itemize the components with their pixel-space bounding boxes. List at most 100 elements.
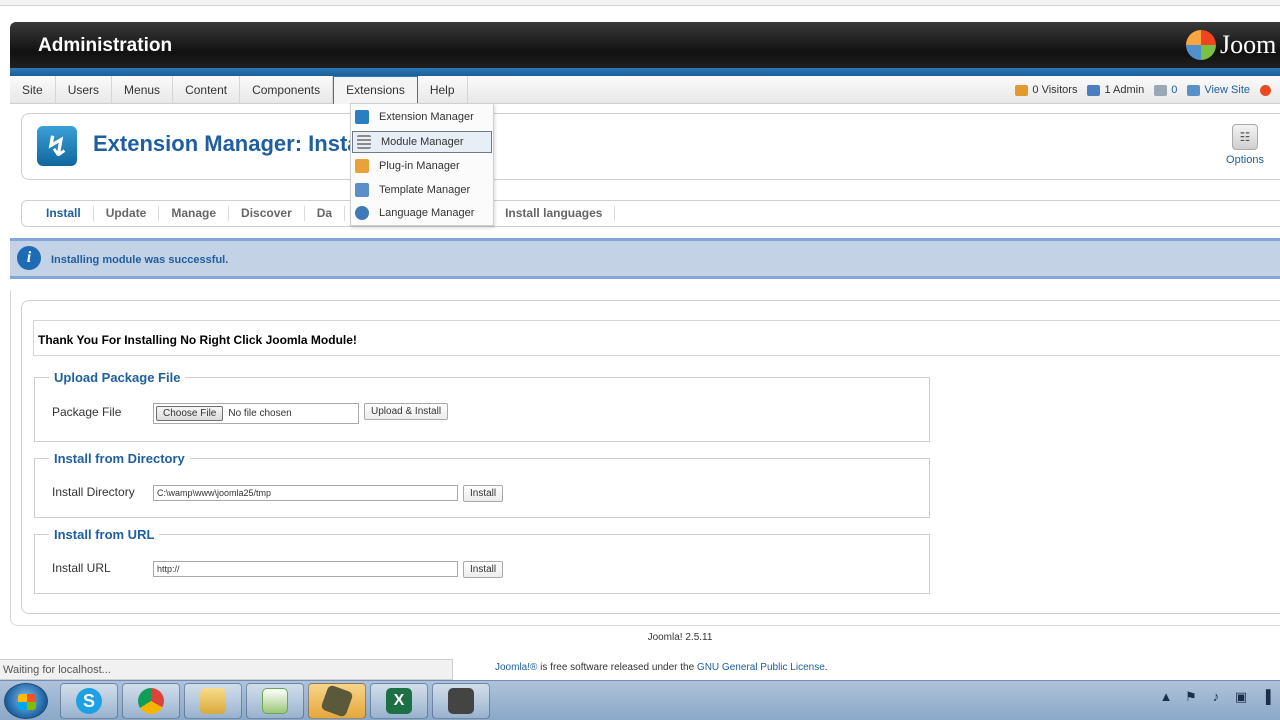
status-area: 0 Visitors 1 Admin 0 View Site (1015, 76, 1280, 104)
install-form: Thank You For Installing No Right Click … (21, 300, 1280, 614)
menu-help[interactable]: Help (418, 76, 468, 104)
tab-install-languages[interactable]: Install languages (493, 206, 616, 221)
upload-install-button[interactable]: Upload & Install (364, 403, 449, 420)
messages-count: 0 (1171, 84, 1178, 96)
install-directory-label: Install Directory (52, 485, 135, 499)
upload-package-fieldset: Upload Package File Package File Choose … (34, 370, 930, 442)
package-file-label: Package File (52, 405, 122, 419)
admin-title: Administration (38, 35, 173, 56)
options-button[interactable]: ☷ Options (1222, 124, 1268, 166)
view-site-label: View Site (1204, 84, 1250, 96)
windows-taskbar: S X ▲ ⚑ ♪ ▣ ▐ (0, 680, 1280, 720)
install-url-button[interactable]: Install (463, 561, 504, 578)
toolbar-box: ↯ Extension Manager: Insta ☷ Options (21, 113, 1280, 180)
notepad-plus-plus-icon (262, 688, 288, 714)
dropdown-plugin-manager[interactable]: Plug-in Manager (351, 155, 493, 177)
dropdown-item-label: Plug-in Manager (379, 160, 460, 172)
package-file-input[interactable]: Choose File No file chosen (153, 403, 359, 424)
install-result-text: Thank You For Installing No Right Click … (38, 333, 357, 347)
submenu-tabs: Install Update Manage Discover Da Instal… (21, 200, 1280, 227)
admin-user-icon (1087, 84, 1101, 96)
dropdown-extension-manager[interactable]: Extension Manager (351, 106, 493, 128)
license-text: is free software released under the (537, 662, 697, 673)
taskbar-record-app[interactable] (432, 683, 490, 719)
joomla-logo-icon (1186, 30, 1216, 60)
logout-icon (1260, 84, 1271, 96)
menu-components[interactable]: Components (240, 76, 334, 104)
main-menu-bar: Site Users Menus Content Components Exte… (10, 76, 1280, 104)
volume-icon[interactable]: ♪ (1208, 689, 1224, 705)
page-title: Extension Manager: Insta (93, 131, 360, 156)
dropdown-item-label: Module Manager (381, 136, 464, 148)
options-label: Options (1226, 154, 1264, 166)
messages-status[interactable]: 0 (1154, 84, 1177, 96)
install-url-label: Install URL (52, 561, 111, 575)
dropdown-language-manager[interactable]: Language Manager (351, 202, 493, 224)
browser-status-bar: Waiting for localhost... (0, 659, 453, 680)
dropdown-template-manager[interactable]: Template Manager (351, 179, 493, 201)
install-url-legend: Install from URL (54, 527, 155, 542)
choose-file-button[interactable]: Choose File (156, 406, 224, 421)
screen-capture-app-icon (320, 684, 354, 718)
dropdown-item-label: Language Manager (379, 207, 475, 219)
options-icon: ☷ (1232, 124, 1258, 150)
excel-icon: X (386, 688, 412, 714)
skype-icon: S (76, 688, 102, 714)
dropdown-item-label: Template Manager (379, 184, 471, 196)
action-center-flag-icon[interactable]: ⚑ (1183, 689, 1199, 705)
install-url-input[interactable] (153, 561, 458, 577)
taskbar-notepad-plus-plus[interactable] (246, 683, 304, 719)
menu-menus[interactable]: Menus (112, 76, 174, 104)
view-site-link[interactable]: View Site (1187, 84, 1250, 96)
dropdown-module-manager[interactable]: Module Manager (352, 131, 492, 153)
upload-package-legend: Upload Package File (54, 370, 181, 385)
admins-status: 1 Admin (1087, 84, 1144, 96)
joomla-logo-text: Joom (1220, 30, 1277, 59)
admins-count: 1 Admin (1104, 84, 1145, 96)
taskbar-explorer[interactable] (184, 683, 242, 719)
joomla-logo[interactable]: Joom (1186, 30, 1276, 60)
gpl-link[interactable]: GNU General Public License (697, 662, 825, 673)
signal-icon[interactable]: ▐ (1258, 689, 1274, 705)
language-manager-icon (355, 206, 369, 220)
no-file-text: No file chosen (228, 408, 292, 419)
menu-users[interactable]: Users (56, 76, 113, 104)
tab-manage[interactable]: Manage (159, 206, 230, 221)
install-directory-input[interactable] (153, 485, 458, 501)
install-directory-button[interactable]: Install (463, 485, 504, 502)
template-manager-icon (355, 183, 369, 197)
module-manager-icon (357, 135, 371, 149)
footer-license: Joomla!® is free software released under… (495, 662, 828, 673)
tab-update[interactable]: Update (94, 206, 160, 221)
taskbar-skype[interactable]: S (60, 683, 118, 719)
taskbar-chrome[interactable] (122, 683, 180, 719)
extensions-dropdown: Extension Manager Module Manager Plug-in… (350, 103, 494, 226)
visitors-count: 0 Visitors (1032, 84, 1078, 96)
visitors-status: 0 Visitors (1015, 84, 1077, 96)
license-end: . (824, 662, 828, 673)
network-icon[interactable]: ▣ (1233, 689, 1249, 705)
joomla-link[interactable]: Joomla!® (495, 662, 537, 673)
admin-header: Administration Joom (10, 22, 1280, 72)
visitors-icon (1015, 84, 1029, 96)
system-tray: ▲ ⚑ ♪ ▣ ▐ (1149, 689, 1274, 705)
chrome-icon (138, 688, 164, 714)
tab-database[interactable]: Da (305, 206, 346, 221)
browser-address-strip (0, 0, 1280, 6)
tab-discover[interactable]: Discover (229, 206, 305, 221)
menu-content[interactable]: Content (173, 76, 241, 104)
menu-extensions[interactable]: Extensions (333, 76, 418, 104)
install-result-box: Thank You For Installing No Right Click … (33, 320, 1280, 356)
start-button[interactable] (4, 683, 48, 719)
plugin-manager-icon (355, 159, 369, 173)
install-url-fieldset: Install from URL Install URL Install (34, 527, 930, 594)
tab-install[interactable]: Install (34, 206, 94, 221)
taskbar-excel[interactable]: X (370, 683, 428, 719)
tray-expand-icon[interactable]: ▲ (1158, 689, 1174, 705)
windows-logo-icon (18, 694, 36, 710)
install-directory-fieldset: Install from Directory Install Directory… (34, 451, 930, 518)
system-message: i Installing module was successful. (10, 238, 1280, 279)
logout-status[interactable] (1260, 84, 1275, 96)
taskbar-screen-capture[interactable] (308, 683, 366, 719)
menu-site[interactable]: Site (10, 76, 56, 104)
